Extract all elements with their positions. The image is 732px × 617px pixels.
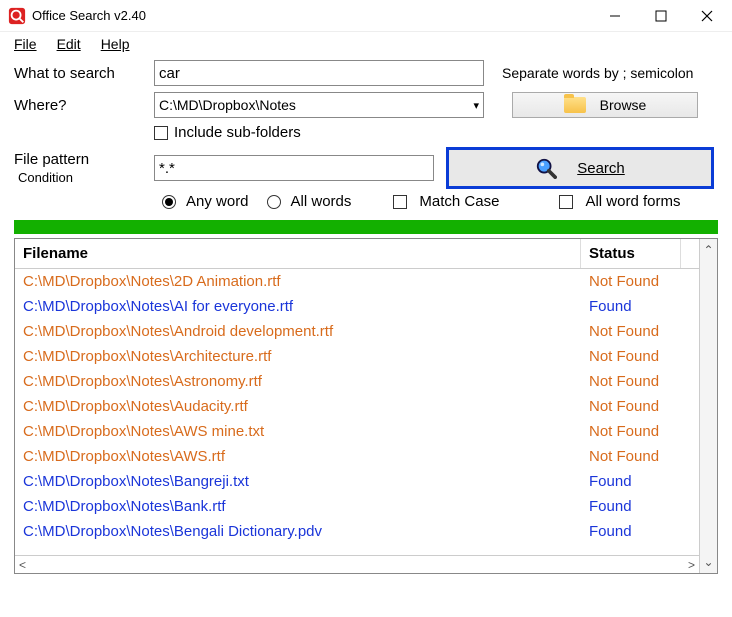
title-bar: Office Search v2.40 [0,0,732,32]
status-cell: Not Found [589,323,689,340]
menu-bar: File Edit Help [0,32,732,60]
status-cell: Not Found [589,273,689,290]
scroll-down-icon[interactable]: ⌄ [703,555,713,569]
app-icon [8,7,26,25]
filename-cell: C:\MD\Dropbox\Notes\AI for everyone.rtf [23,298,589,315]
results-header: Filename Status [15,239,699,269]
vertical-scrollbar[interactable]: ⌃ ⌄ [699,239,717,573]
menu-help[interactable]: Help [101,36,130,52]
minimize-button[interactable] [592,1,638,31]
status-cell: Found [589,298,689,315]
table-row[interactable]: C:\MD\Dropbox\Notes\Bank.rtfFound [15,494,699,519]
table-row[interactable]: C:\MD\Dropbox\Notes\AI for everyone.rtfF… [15,294,699,319]
status-cell: Not Found [589,373,689,390]
search-icon [535,157,557,179]
progress-bar [14,220,718,234]
filename-cell: C:\MD\Dropbox\Notes\Astronomy.rtf [23,373,589,390]
all-words-radio[interactable] [267,195,281,209]
chevron-down-icon: ▾ [473,99,479,112]
all-word-forms-checkbox[interactable] [559,195,573,209]
filename-cell: C:\MD\Dropbox\Notes\AWS mine.txt [23,423,589,440]
what-to-search-label: What to search [14,65,154,82]
include-subfolders-checkbox[interactable] [154,126,168,140]
table-row[interactable]: C:\MD\Dropbox\Notes\Bangreji.txtFound [15,469,699,494]
menu-file[interactable]: File [14,36,37,52]
filename-column-header[interactable]: Filename [15,239,581,268]
filename-cell: C:\MD\Dropbox\Notes\Bangreji.txt [23,473,589,490]
table-row[interactable]: C:\MD\Dropbox\Notes\AWS mine.txtNot Foun… [15,419,699,444]
where-label: Where? [14,97,154,114]
scroll-right-icon[interactable]: > [688,558,695,572]
table-row[interactable]: C:\MD\Dropbox\Notes\Audacity.rtfNot Foun… [15,394,699,419]
semicolon-hint: Separate words by ; semicolon [502,65,693,81]
table-row[interactable]: C:\MD\Dropbox\Notes\2D Animation.rtfNot … [15,269,699,294]
status-cell: Not Found [589,348,689,365]
filename-cell: C:\MD\Dropbox\Notes\Bengali Dictionary.p… [23,523,589,540]
table-row[interactable]: C:\MD\Dropbox\Notes\Architecture.rtfNot … [15,344,699,369]
folder-icon [564,97,586,113]
table-row[interactable]: C:\MD\Dropbox\Notes\Bengali Dictionary.p… [15,519,699,544]
status-cell: Not Found [589,423,689,440]
scroll-up-icon[interactable]: ⌃ [703,243,713,257]
filename-cell: C:\MD\Dropbox\Notes\Audacity.rtf [23,398,589,415]
any-word-radio[interactable] [162,195,176,209]
horizontal-scrollbar[interactable]: < > [15,555,699,573]
table-row[interactable]: C:\MD\Dropbox\Notes\Android development.… [15,319,699,344]
status-cell: Found [589,498,689,515]
filename-cell: C:\MD\Dropbox\Notes\2D Animation.rtf [23,273,589,290]
match-case-checkbox[interactable] [393,195,407,209]
status-cell: Found [589,473,689,490]
results-panel: Filename Status C:\MD\Dropbox\Notes\2D A… [14,238,718,574]
status-column-header[interactable]: Status [581,239,681,268]
filename-cell: C:\MD\Dropbox\Notes\Architecture.rtf [23,348,589,365]
where-value: C:\MD\Dropbox\Notes [159,97,296,113]
maximize-button[interactable] [638,1,684,31]
menu-edit[interactable]: Edit [57,36,81,52]
file-pattern-label: File pattern [14,151,154,168]
close-button[interactable] [684,1,730,31]
include-subfolders-label: Include sub-folders [174,124,301,141]
file-pattern-input[interactable] [154,155,434,181]
search-button[interactable]: Search [446,147,714,189]
search-input[interactable] [154,60,484,86]
browse-button[interactable]: Browse [512,92,698,118]
filename-cell: C:\MD\Dropbox\Notes\AWS.rtf [23,448,589,465]
table-row[interactable]: C:\MD\Dropbox\Notes\AWS.rtfNot Found [15,444,699,469]
status-cell: Found [589,523,689,540]
scroll-left-icon[interactable]: < [19,558,26,572]
condition-label: Condition [18,170,154,185]
filename-cell: C:\MD\Dropbox\Notes\Android development.… [23,323,589,340]
table-row[interactable]: C:\MD\Dropbox\Notes\Astronomy.rtfNot Fou… [15,369,699,394]
filename-cell: C:\MD\Dropbox\Notes\Bank.rtf [23,498,589,515]
status-cell: Not Found [589,448,689,465]
results-rows: C:\MD\Dropbox\Notes\2D Animation.rtfNot … [15,269,699,555]
where-combobox[interactable]: C:\MD\Dropbox\Notes ▾ [154,92,484,118]
status-cell: Not Found [589,398,689,415]
window-title: Office Search v2.40 [32,8,592,23]
